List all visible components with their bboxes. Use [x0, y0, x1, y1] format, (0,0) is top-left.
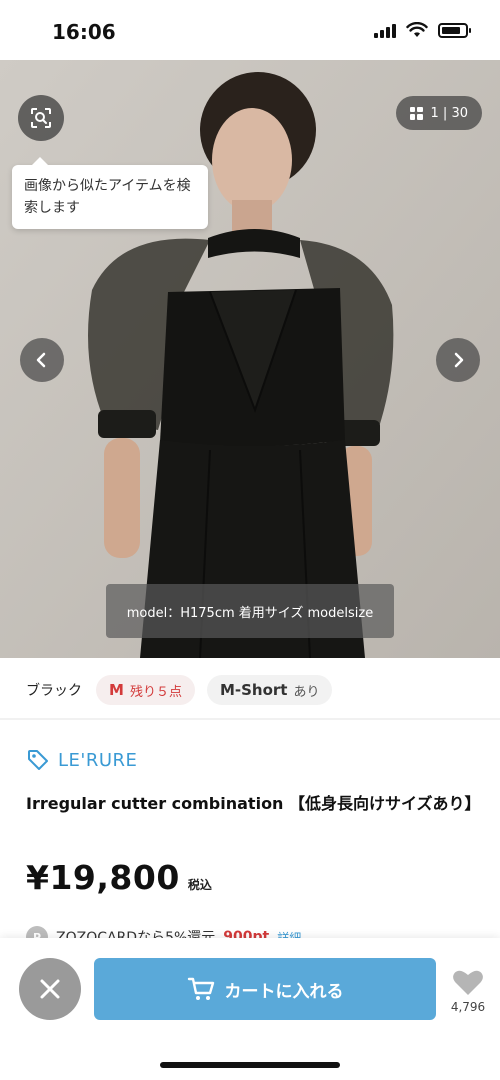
tag-icon — [28, 750, 48, 770]
image-search-icon — [31, 108, 51, 128]
next-image-button[interactable] — [436, 338, 480, 382]
image-counter-button[interactable]: 1 | 30 — [395, 96, 482, 130]
grid-icon — [409, 106, 423, 120]
home-indicator[interactable] — [160, 1062, 340, 1068]
favorite-count: 4,796 — [450, 1000, 486, 1014]
model-size-caption: model：H175cm 着用サイズ modelsize — [106, 584, 394, 638]
status-icons — [374, 22, 471, 38]
size-chip-m[interactable]: M 残り５点 — [96, 675, 195, 705]
previous-image-button[interactable] — [20, 338, 64, 382]
chevron-right-icon — [454, 352, 464, 368]
heart-icon — [453, 970, 483, 995]
add-to-cart-button[interactable]: カートに入れる — [94, 958, 436, 1020]
price-row: ¥19,800 税込 — [26, 858, 212, 897]
wifi-icon — [406, 22, 428, 37]
battery-icon — [438, 22, 471, 38]
variant-row: ブラック M 残り５点 M-Short あり — [26, 670, 333, 710]
stock-status: 残り５点 — [129, 684, 182, 700]
bottom-action-bar: カートに入れる 4,796 — [0, 938, 500, 1080]
stock-status: あり — [293, 684, 320, 700]
close-icon — [40, 979, 60, 999]
product-title: Irregular cutter combination 【低身長向けサイズあり… — [26, 794, 481, 813]
size-chip-m-short[interactable]: M-Short あり — [206, 675, 333, 705]
status-time: 16:06 — [52, 20, 116, 44]
status-bar: 16:06 — [0, 0, 500, 60]
cart-button-label: カートに入れる — [224, 981, 344, 1002]
image-search-button[interactable] — [18, 95, 64, 141]
close-button[interactable] — [19, 958, 81, 1020]
signal-icon — [374, 22, 396, 38]
brand-name: LE'RURE — [58, 749, 138, 771]
color-label: ブラック — [26, 683, 82, 699]
cart-icon — [187, 977, 214, 1000]
product-image-carousel[interactable]: 1 | 30 画像から似たアイテムを検索します model：H175cm 着用サ… — [0, 60, 500, 658]
image-counter: 1 | 30 — [430, 105, 468, 121]
product-photo — [0, 60, 500, 658]
brand-link[interactable]: LE'RURE — [26, 748, 137, 772]
image-search-tooltip: 画像から似たアイテムを検索します — [12, 157, 208, 229]
chevron-left-icon — [36, 352, 46, 368]
tax-label: 税込 — [187, 878, 212, 892]
price: ¥19,800 — [26, 858, 180, 897]
size-label: M-Short — [219, 681, 288, 699]
divider — [0, 718, 500, 720]
size-label: M — [109, 681, 124, 699]
favorite-button[interactable]: 4,796 — [448, 968, 488, 1014]
